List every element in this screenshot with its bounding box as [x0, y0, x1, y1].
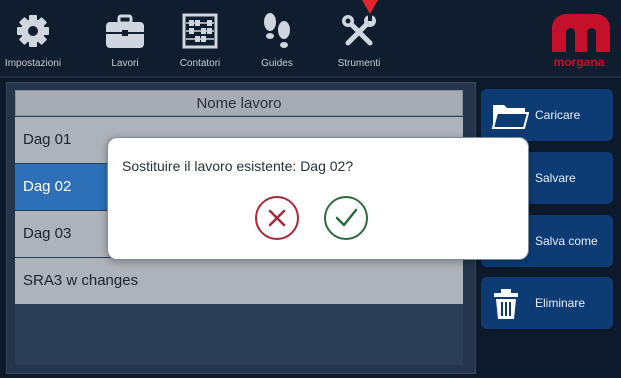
nav-item-strumenti[interactable]: Strumenti [326, 0, 392, 76]
list-item-sra3[interactable]: SRA3 w changes [15, 258, 463, 304]
nav-item-contatori[interactable]: Contatori [170, 0, 230, 76]
nav-label-lavori: Lavori [111, 58, 139, 69]
nav-label-impostazioni: Impostazioni [4, 58, 62, 69]
save-button-label: Salvare [535, 171, 576, 185]
check-icon [326, 208, 366, 242]
delete-button-label: Eliminare [535, 296, 586, 310]
confirm-dialog: Sostituire il lavoro esistente: Dag 02? [107, 137, 529, 260]
confirm-button[interactable] [324, 196, 368, 240]
load-button-label: Caricare [535, 108, 581, 122]
delete-button[interactable]: Eliminare [481, 277, 613, 329]
top-nav-bar: Impostazioni Lavori Contatori Guides Str… [0, 0, 621, 78]
folder-icon [491, 99, 530, 134]
nav-label-strumenti: Strumenti [337, 58, 381, 69]
brand-logo-mark [552, 14, 610, 52]
nav-item-lavori[interactable]: Lavori [96, 0, 154, 76]
cancel-button[interactable] [255, 196, 299, 240]
trash-icon [491, 287, 521, 324]
gear-icon [14, 12, 52, 55]
briefcase-icon [104, 12, 146, 55]
footprints-icon [259, 12, 295, 57]
brand-logo-text: morgana [553, 55, 605, 69]
save-as-button-label: Salva come [535, 234, 598, 248]
nav-label-contatori: Contatori [179, 58, 221, 69]
nav-item-impostazioni[interactable]: Impostazioni [0, 0, 66, 76]
nav-item-guides[interactable]: Guides [250, 0, 304, 76]
nav-label-guides: Guides [261, 58, 293, 69]
close-icon [257, 209, 297, 242]
list-header: Nome lavoro [15, 90, 463, 116]
abacus-icon [181, 12, 219, 55]
brand-logo: morgana [544, 14, 614, 70]
pointer-arrow [362, 0, 378, 14]
tools-icon [339, 12, 379, 57]
dialog-message: Sostituire il lavoro esistente: Dag 02? [122, 158, 354, 174]
load-button[interactable]: Caricare [481, 89, 613, 141]
